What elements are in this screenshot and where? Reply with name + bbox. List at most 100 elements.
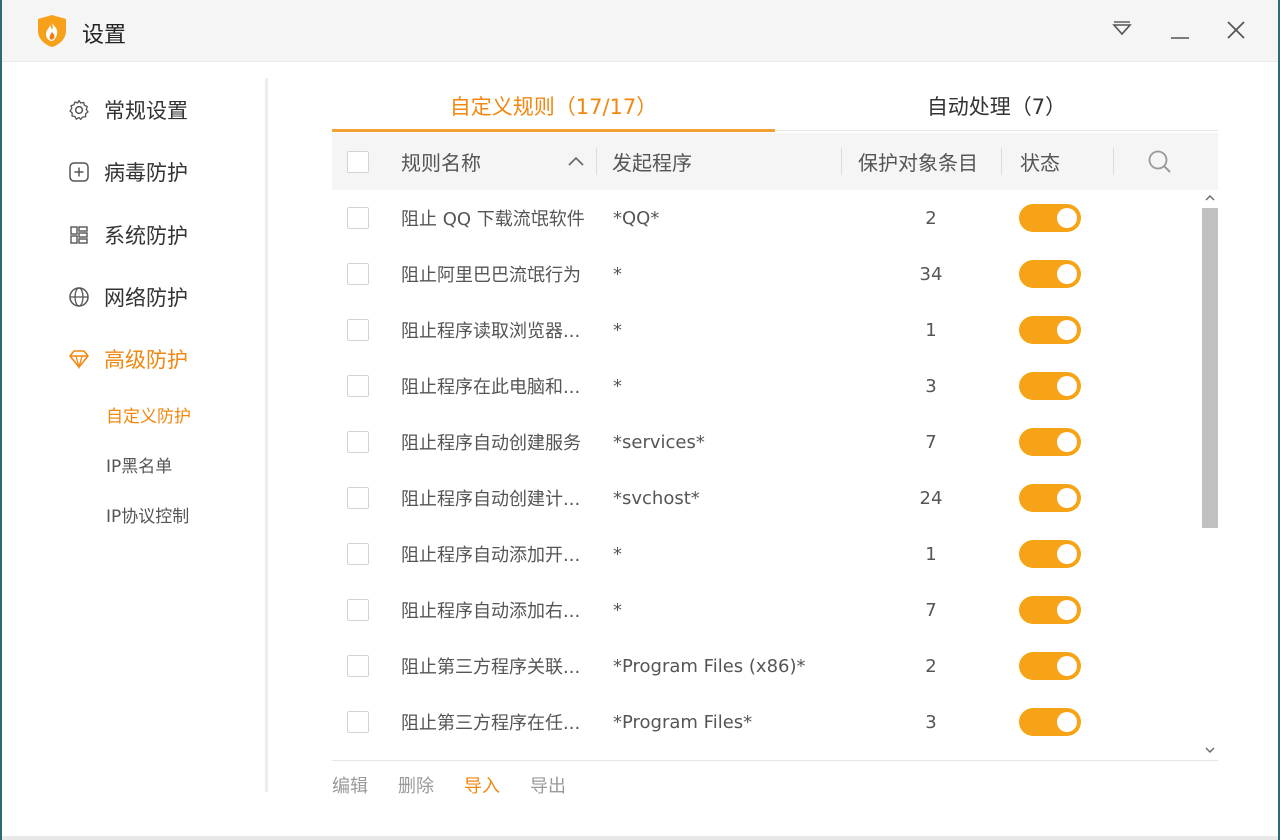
watermark: 吾爱破解论坛 www.52pojie.cn [1172,798,1259,830]
row-checkbox-cell [347,582,369,638]
row-checkbox[interactable] [347,599,369,621]
column-header-program[interactable]: 发起程序 [612,133,692,190]
sidebar-divider [265,78,268,792]
export-button[interactable]: 导出 [530,772,566,798]
rule-count: 24 [919,487,943,509]
row-checkbox[interactable] [347,319,369,341]
rule-program: *svchost* [613,487,700,509]
scroll-down-button[interactable] [1204,744,1216,756]
rule-count: 3 [925,711,937,733]
sidebar-subitem-ip-blacklist[interactable]: IP黑名单 [106,452,172,477]
row-checkbox[interactable] [347,431,369,453]
rule-toggle-cell [1019,358,1081,414]
sidebar-item-virus-protection[interactable]: 病毒防护 [66,152,188,192]
sidebar-item-general[interactable]: 常规设置 [66,90,188,130]
sort-ascending-button[interactable] [566,133,586,190]
table-row[interactable]: 阻止阿里巴巴流氓行为 * 34 [332,246,1202,302]
minimize-button[interactable] [1168,18,1192,42]
table-row[interactable]: 阻止程序自动添加右... * 7 [332,582,1202,638]
table-row[interactable]: 阻止程序自动添加开... * 1 [332,526,1202,582]
column-header-name[interactable]: 规则名称 [401,133,481,190]
row-checkbox[interactable] [347,207,369,229]
table-row[interactable]: 阻止程序自动创建计... *svchost* 24 [332,470,1202,526]
globe-icon [66,284,92,310]
row-checkbox[interactable] [347,711,369,733]
action-bar: 编辑 删除 导入 导出 [332,772,596,798]
sidebar-item-system-protection[interactable]: 系统防护 [66,215,188,255]
tab-custom-rules[interactable]: 自定义规则（17/17） [332,80,775,132]
delete-button[interactable]: 删除 [398,772,434,798]
column-separator [841,148,842,175]
rule-name: 阻止程序自动创建服务 [401,433,581,454]
toggle-knob [1057,600,1077,620]
tab-auto-handling[interactable]: 自动处理（7） [775,80,1218,132]
table-row[interactable]: 阻止程序读取浏览器... * 1 [332,302,1202,358]
sidebar-subitem-ip-protocol-control[interactable]: IP协议控制 [106,502,189,527]
rule-name: 阻止程序自动添加右... [401,601,581,622]
rule-count: 7 [925,599,937,621]
toggle-knob [1057,712,1077,732]
sidebar-subitem-custom-protection[interactable]: 自定义防护 [106,402,191,427]
select-all-checkbox[interactable] [347,150,369,173]
rule-enabled-toggle[interactable] [1019,428,1081,456]
rule-name: 阻止程序在此电脑和... [401,377,581,398]
sidebar-item-label: 网络防护 [104,286,188,310]
rule-enabled-toggle[interactable] [1019,708,1081,736]
edit-button[interactable]: 编辑 [332,772,368,798]
rule-enabled-toggle[interactable] [1019,260,1081,288]
rule-enabled-toggle[interactable] [1019,540,1081,568]
toggle-knob [1057,656,1077,676]
table-row[interactable]: 阻止程序自动创建服务 *services* 7 [332,414,1202,470]
rule-enabled-toggle[interactable] [1019,596,1081,624]
column-header-status[interactable]: 状态 [1020,133,1060,190]
column-separator [1001,148,1002,175]
toggle-knob [1057,544,1077,564]
scroll-up-button[interactable] [1204,192,1216,204]
rule-enabled-toggle[interactable] [1019,316,1081,344]
toggle-knob [1057,264,1077,284]
rule-toggle-cell [1019,526,1081,582]
rule-program: *QQ* [613,207,660,229]
import-button[interactable]: 导入 [464,772,500,798]
search-button[interactable] [1146,133,1174,190]
row-checkbox[interactable] [347,263,369,285]
rule-program: *services* [613,431,705,453]
rule-enabled-toggle[interactable] [1019,652,1081,680]
sidebar-item-label: 常规设置 [104,99,188,123]
table-row[interactable]: 阻止第三方程序在任... *Program Files* 3 [332,694,1202,750]
chevron-down-icon [1205,747,1215,753]
table-row[interactable]: 阻止第三方程序关联... *Program Files (x86)* 2 [332,638,1202,694]
rule-name: 阻止 QQ 下载流氓软件 [401,209,585,230]
column-header-count[interactable]: 保护对象条目 [858,133,978,190]
scroll-thumb[interactable] [1202,208,1218,528]
column-separator [596,148,597,175]
sidebar-item-advanced-protection[interactable]: 高级防护 [66,339,188,379]
title-bar: 设置 [2,0,1278,62]
rule-enabled-toggle[interactable] [1019,204,1081,232]
tab-bar: 自定义规则（17/17） 自动处理（7） [332,80,1218,132]
table-footer-divider [332,760,1218,761]
dropdown-menu-button[interactable] [1110,18,1134,42]
column-separator [1113,148,1114,175]
row-checkbox[interactable] [347,655,369,677]
active-tab-indicator [332,129,775,132]
table-scrollbar[interactable] [1202,190,1218,760]
diamond-icon [66,346,92,372]
close-button[interactable] [1224,18,1248,42]
row-checkbox[interactable] [347,375,369,397]
row-checkbox[interactable] [347,543,369,565]
table-row[interactable]: 阻止程序在此电脑和... * 3 [332,358,1202,414]
select-all-checkbox-cell [347,133,369,190]
rule-enabled-toggle[interactable] [1019,484,1081,512]
sidebar-item-label: 系统防护 [104,224,188,248]
rule-count: 1 [925,319,937,341]
row-checkbox[interactable] [347,487,369,509]
close-icon [1227,21,1245,39]
rule-enabled-toggle[interactable] [1019,372,1081,400]
rules-table-body: 阻止 QQ 下载流氓软件 *QQ* 2 阻止阿里巴巴流氓行为 * 34 阻止程序… [332,190,1202,760]
watermark-url: www.52pojie.cn [1172,815,1259,828]
table-row[interactable]: 阻止 QQ 下载流氓软件 *QQ* 2 [332,190,1202,246]
sidebar-item-network-protection[interactable]: 网络防护 [66,277,188,317]
rule-toggle-cell [1019,470,1081,526]
row-checkbox-cell [347,190,369,246]
